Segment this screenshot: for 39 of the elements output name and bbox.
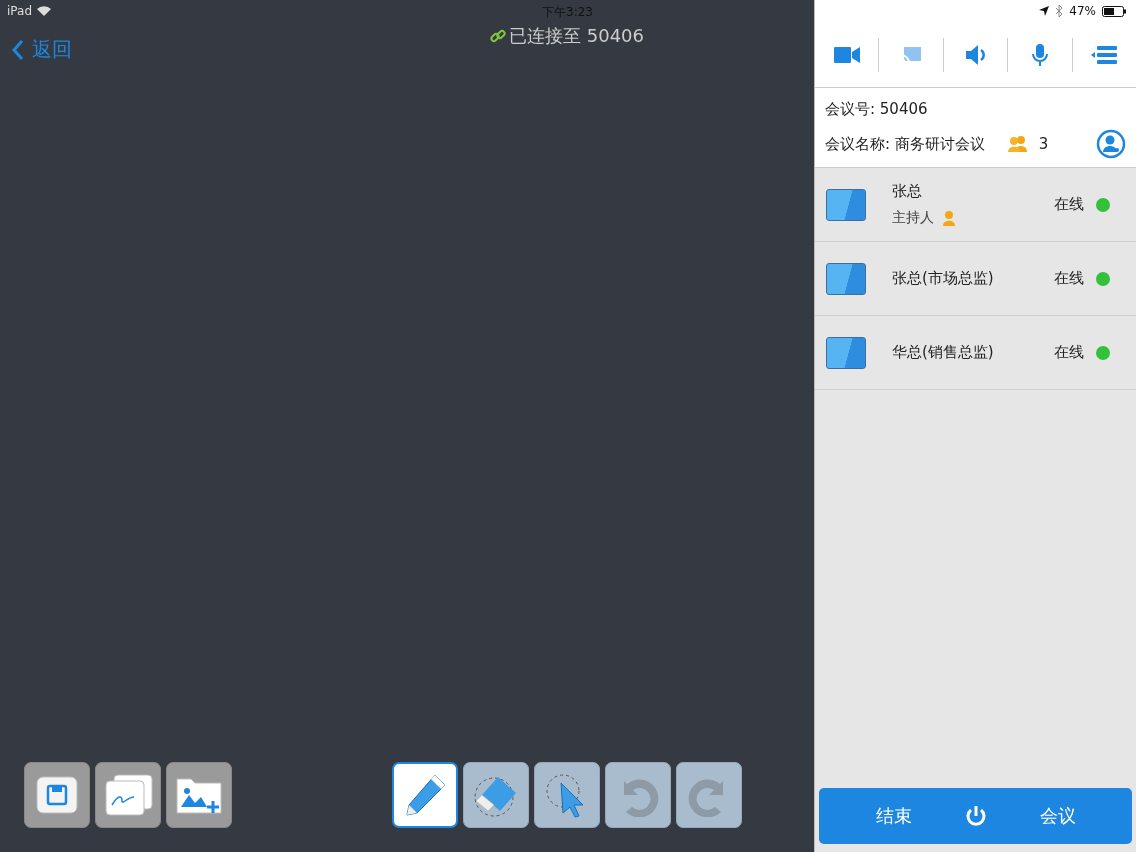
user-profile-icon[interactable]	[1096, 129, 1126, 159]
battery-percent: 47%	[1069, 4, 1096, 18]
speaker-icon[interactable]	[964, 44, 987, 65]
participant-avatar-icon	[826, 262, 866, 295]
participant-role: 主持人	[892, 209, 934, 227]
link-icon	[490, 28, 506, 44]
eraser-tool-button[interactable]	[463, 762, 529, 828]
participants-icon	[1006, 136, 1029, 152]
bluetooth-icon	[1055, 5, 1064, 17]
end-meeting-button[interactable]: 结束 会议	[819, 788, 1132, 844]
pages-icon	[102, 773, 154, 817]
image-tool-button[interactable]	[166, 762, 232, 828]
chevron-left-icon	[12, 38, 24, 61]
host-person-icon	[942, 210, 956, 226]
participant-count: 3	[1038, 135, 1049, 153]
battery-icon	[1102, 5, 1126, 17]
power-icon	[964, 805, 987, 827]
connection-status: 已连接至 50406	[509, 24, 644, 48]
location-arrow-icon	[1039, 6, 1050, 16]
online-status: 在线	[1054, 195, 1084, 214]
save-tool-button[interactable]	[24, 762, 90, 828]
list-collapse-icon[interactable]	[1091, 45, 1118, 64]
participant-name: 张总	[892, 182, 923, 201]
select-tool-button[interactable]	[534, 762, 600, 828]
participant-avatar-icon	[826, 188, 866, 221]
save-icon	[35, 775, 79, 815]
participant-name: 华总(销售总监)	[892, 343, 995, 362]
pages-tool-button[interactable]	[95, 762, 161, 828]
online-status: 在线	[1054, 343, 1084, 362]
meeting-name: 会议名称: 商务研讨会议	[825, 134, 985, 154]
meeting-id: 会议号: 50406	[825, 100, 929, 119]
online-status: 在线	[1054, 269, 1084, 288]
wifi-icon	[37, 6, 51, 16]
microphone-icon[interactable]	[1031, 43, 1048, 66]
participant-name: 张总(市场总监)	[892, 269, 995, 288]
device-name: iPad	[7, 4, 32, 18]
participant-avatar-icon	[826, 336, 866, 369]
pencil-tool-button[interactable]	[392, 762, 458, 828]
video-camera-icon[interactable]	[833, 45, 860, 64]
